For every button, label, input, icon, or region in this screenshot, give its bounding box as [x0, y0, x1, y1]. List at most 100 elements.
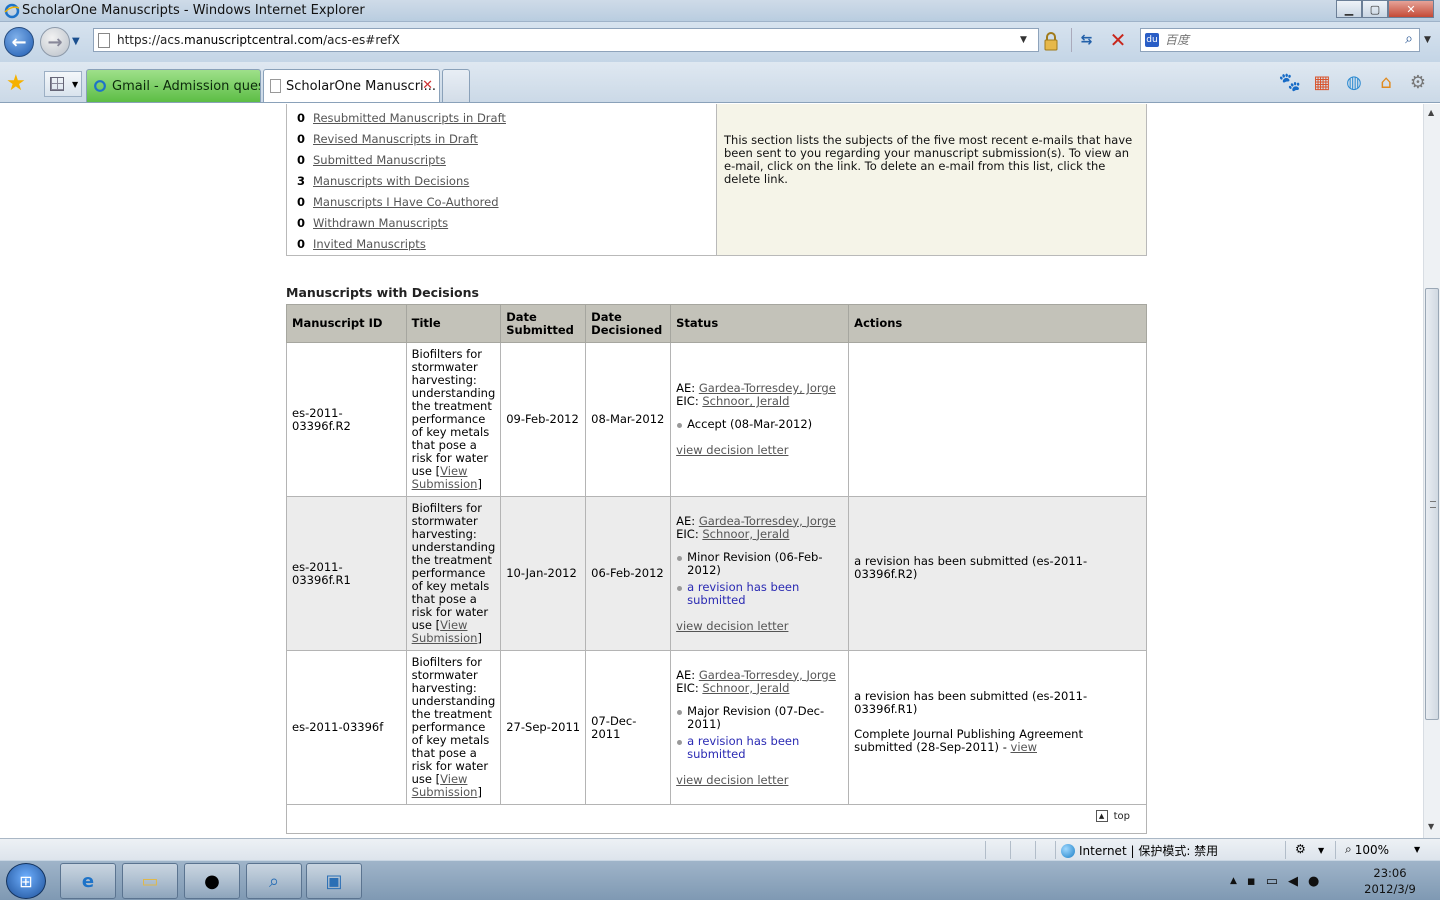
status-list: Accept (08-Mar-2012): [676, 418, 843, 431]
eic-label: EIC:: [676, 526, 699, 541]
tray-app-icon[interactable]: ▪: [1247, 874, 1256, 889]
lock-icon[interactable]: [1043, 31, 1059, 51]
ae-link[interactable]: Gardea-Torresdey, Jorge: [699, 668, 836, 682]
scroll-down-icon[interactable]: ▼: [1428, 822, 1434, 831]
divider: [985, 841, 986, 859]
qq-tray-icon[interactable]: ●: [1308, 874, 1319, 889]
action-text: a revision has been submitted (es-2011-0…: [854, 688, 1088, 716]
ae-link[interactable]: Gardea-Torresdey, Jorge: [699, 514, 836, 528]
globe-icon: [1061, 843, 1075, 858]
new-tab-button[interactable]: [442, 69, 470, 102]
summary-link[interactable]: Invited Manuscripts: [313, 237, 426, 251]
table-row: es-2011-03396f.R2 Biofilters for stormwa…: [286, 342, 1147, 497]
summary-link[interactable]: Submitted Manuscripts: [313, 153, 446, 167]
ae-label: AE:: [676, 513, 696, 528]
status-list: Major Revision (07-Dec-2011) a revision …: [676, 704, 843, 761]
show-hidden-icons-icon[interactable]: ▲: [1230, 876, 1237, 886]
tab-gmail[interactable]: Gmail - Admission ques...: [86, 69, 261, 102]
quick-tabs-button[interactable]: ▼: [44, 71, 82, 97]
count: 0: [297, 215, 306, 230]
summary-link[interactable]: Manuscripts with Decisions: [313, 174, 469, 188]
summary-link[interactable]: Revised Manuscripts in Draft: [313, 132, 478, 146]
table-row: es-2011-03396f Biofilters for stormwater…: [286, 650, 1147, 805]
zoom-control[interactable]: ⌕ 100% ▼: [1345, 842, 1420, 857]
refresh-icon[interactable]: ⇆: [1071, 28, 1101, 52]
forward-button[interactable]: →: [40, 27, 70, 57]
ae-link[interactable]: Gardea-Torresdey, Jorge: [699, 381, 836, 395]
status-bar: Internet | 保护模式: 禁用 ⚙ ▼ ⌕ 100% ▼: [0, 838, 1440, 860]
search-box[interactable]: du ⌕: [1140, 28, 1420, 52]
taskbar-image-button[interactable]: ▣: [306, 863, 362, 899]
list-item: 0 Submitted Manuscripts: [297, 149, 716, 170]
manuscript-title: Biofilters for stormwater harvesting: un…: [411, 347, 496, 478]
search-icon[interactable]: ⌕: [1405, 31, 1413, 47]
window-titlebar: ScholarOne Manuscripts - Windows Interne…: [0, 0, 1440, 22]
network-icon[interactable]: ▭: [1266, 874, 1278, 889]
tab-label: Gmail - Admission ques...: [112, 78, 261, 94]
eic-link[interactable]: Schnoor, Jerald: [702, 527, 789, 541]
feeds-icon[interactable]: ▦: [1310, 70, 1334, 94]
close-window-button[interactable]: ✕: [1388, 0, 1434, 18]
baidu-paw-icon[interactable]: 🐾: [1278, 70, 1302, 94]
decision-status: Minor Revision (06-Feb-2012): [676, 550, 843, 577]
volume-icon[interactable]: ◀: [1288, 874, 1298, 889]
taskbar-search-button[interactable]: ⌕: [246, 863, 302, 899]
close-tab-icon[interactable]: ✕: [422, 78, 433, 93]
revision-submitted-note: a revision has been submitted: [676, 734, 843, 761]
clock-date: 2012/3/9: [1364, 882, 1416, 896]
ae-label: AE:: [676, 381, 696, 395]
scroll-up-icon[interactable]: ▲: [1428, 108, 1434, 117]
eic-link[interactable]: Schnoor, Jerald: [702, 394, 789, 408]
search-provider-dropdown-icon[interactable]: ▼: [1424, 35, 1431, 45]
favorites-star-icon[interactable]: ★: [6, 71, 26, 96]
maximize-button[interactable]: ▢: [1362, 0, 1388, 18]
system-clock[interactable]: 23:06 2012/3/9: [1352, 865, 1428, 897]
recent-pages-dropdown-icon[interactable]: ▼: [72, 36, 80, 47]
decision-status: Accept (08-Mar-2012): [676, 418, 843, 431]
manuscript-title-cell: Biofilters for stormwater harvesting: un…: [405, 342, 502, 497]
list-item: 0 Invited Manuscripts: [297, 233, 716, 254]
chevron-down-icon[interactable]: ▼: [1318, 846, 1324, 855]
eic-link[interactable]: Schnoor, Jerald: [702, 681, 789, 695]
tab-scholarone[interactable]: ScholarOne Manuscri... ✕: [263, 69, 440, 102]
count: 0: [297, 131, 306, 146]
summary-link[interactable]: Resubmitted Manuscripts in Draft: [313, 111, 506, 125]
address-url[interactable]: https://acs.manuscriptcentral.com/acs-es…: [117, 33, 400, 47]
back-to-top-link[interactable]: ▲ top: [1095, 810, 1130, 822]
chevron-down-icon[interactable]: ▼: [72, 80, 78, 89]
ie-icon: e: [81, 870, 95, 892]
taskbar-explorer-button[interactable]: ▭: [122, 863, 178, 899]
globe-icon[interactable]: ◍: [1342, 70, 1366, 94]
address-bar[interactable]: https://acs.manuscriptcentral.com/acs-es…: [93, 28, 1039, 52]
chevron-down-icon[interactable]: ▼: [1414, 845, 1420, 854]
scrollbar-thumb[interactable]: [1425, 288, 1439, 720]
back-button[interactable]: ←: [4, 27, 34, 57]
manuscript-title-cell: Biofilters for stormwater harvesting: un…: [405, 650, 502, 805]
gear-icon[interactable]: ⚙: [1406, 70, 1430, 94]
search-input[interactable]: [1165, 32, 1385, 48]
taskbar-qq-button[interactable]: ●: [184, 863, 240, 899]
stop-icon[interactable]: ✕: [1103, 28, 1133, 52]
magnifier-icon: ⌕: [268, 870, 280, 892]
divider: [1285, 841, 1286, 859]
protected-mode-icon[interactable]: ⚙: [1295, 842, 1306, 856]
security-zone[interactable]: Internet | 保护模式: 禁用: [1061, 842, 1218, 859]
view-decision-letter-link[interactable]: view decision letter: [676, 773, 843, 787]
summary-link[interactable]: Manuscripts I Have Co-Authored: [313, 195, 499, 209]
top-label: top: [1113, 810, 1130, 822]
actions-cell: a revision has been submitted (es-2011-0…: [848, 496, 1147, 651]
taskbar-ie-button[interactable]: e: [60, 863, 116, 899]
view-decision-letter-link[interactable]: view decision letter: [676, 444, 843, 457]
summary-link[interactable]: Withdrawn Manuscripts: [313, 216, 448, 230]
start-button[interactable]: ⊞: [6, 863, 46, 899]
manuscript-id: es-2011-03396f: [286, 650, 407, 805]
minimize-button[interactable]: ▁: [1336, 0, 1362, 18]
eic-label: EIC:: [676, 680, 699, 695]
view-decision-letter-link[interactable]: view decision letter: [676, 619, 843, 633]
address-dropdown-icon[interactable]: ▼: [1020, 35, 1027, 45]
view-agreement-link[interactable]: view: [1011, 740, 1037, 754]
col-header-title: Title: [405, 304, 502, 343]
command-bar: 🐾 ▦ ◍ ⌂ ⚙: [1278, 70, 1430, 94]
home-icon[interactable]: ⌂: [1374, 70, 1398, 94]
vertical-scrollbar[interactable]: ▲ ▼: [1423, 104, 1440, 838]
